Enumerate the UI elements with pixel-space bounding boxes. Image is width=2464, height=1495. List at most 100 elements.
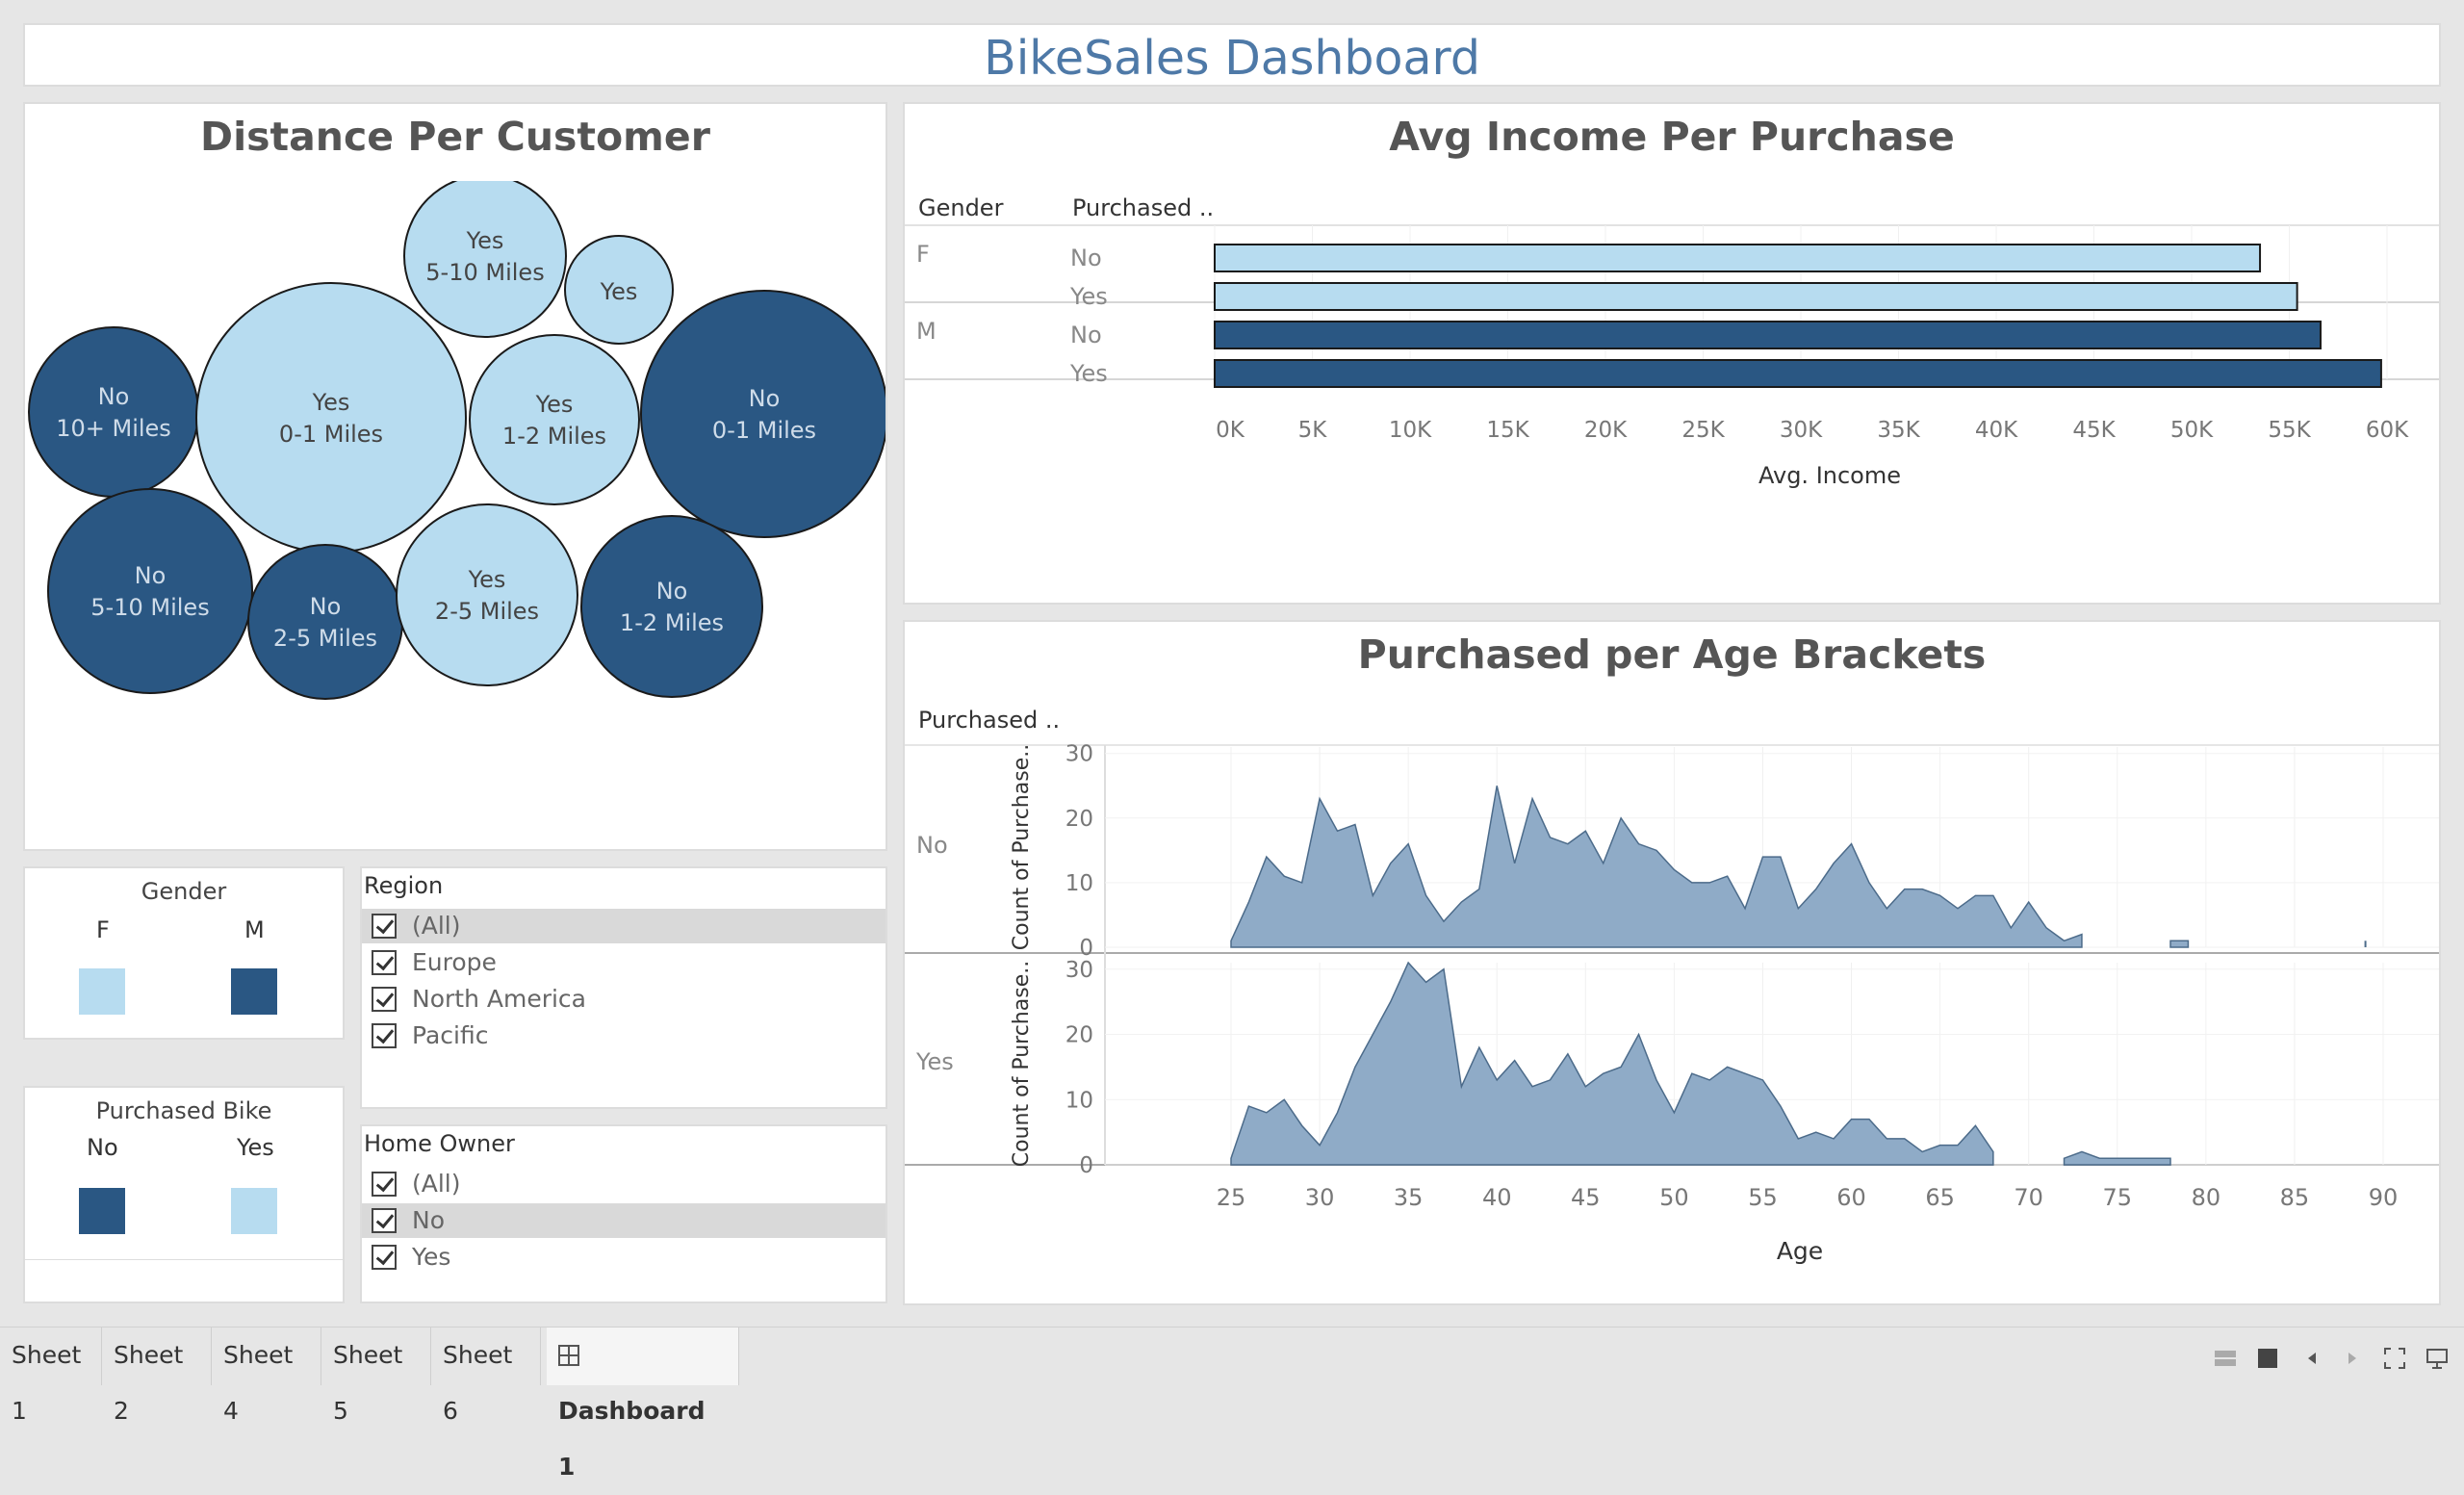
- age-x-tick-label: 75: [2102, 1184, 2132, 1211]
- checkbox-checked-icon[interactable]: [372, 950, 397, 975]
- tab-sheet-6[interactable]: Sheet 6: [431, 1327, 541, 1425]
- gender-legend-title: Gender: [141, 878, 227, 905]
- gender-column-header: Gender: [918, 194, 1004, 221]
- age-row-label-no: No: [916, 832, 948, 859]
- income-bar: [1214, 321, 2322, 349]
- age-x-tick-label: 40: [1482, 1184, 1512, 1211]
- checkbox-checked-icon[interactable]: [372, 1245, 397, 1270]
- bubble-label: No: [749, 385, 781, 412]
- presentation-mode-icon[interactable]: [2426, 1347, 2449, 1370]
- avg-income-panel: Avg Income Per Purchase Gender Purchased…: [903, 102, 2441, 605]
- income-tick-label: 25K: [1681, 418, 1725, 443]
- purchased-legend-yes-label: Yes: [237, 1134, 274, 1161]
- show-sheets-grid-icon[interactable]: [2214, 1347, 2237, 1370]
- region-option-pacific[interactable]: Pacific: [362, 1018, 886, 1053]
- bubble-label: Yes: [600, 278, 638, 305]
- income-x-axis-title: Avg. Income: [1758, 462, 1901, 489]
- home-owner-option-yes[interactable]: Yes: [362, 1240, 886, 1275]
- income-tick-label: 60K: [2366, 418, 2409, 443]
- gender-f-swatch[interactable]: [79, 968, 125, 1015]
- tab-sheet-5[interactable]: Sheet 5: [321, 1327, 431, 1425]
- income-tick-label: 20K: [1584, 418, 1628, 443]
- age-area-no: [2169, 940, 2190, 948]
- region-option-north-america[interactable]: North America: [362, 982, 886, 1017]
- home-owner-option-no[interactable]: No: [362, 1203, 886, 1238]
- income-tick-label: 50K: [2170, 418, 2214, 443]
- gender-legend-f-label: F: [96, 916, 110, 943]
- bubble-chart: Yes 5-10 Miles Yes No 10+ Miles Yes 0-1 Miles Y…: [28, 181, 886, 700]
- checkbox-checked-icon[interactable]: [372, 1172, 397, 1197]
- home-owner-filter-title: Home Owner: [364, 1130, 515, 1157]
- bubble-sublabel: 0-1 Miles: [279, 421, 383, 448]
- bubble-label: Yes: [468, 566, 506, 593]
- tab-dashboard-1-label: Dashboard 1: [558, 1397, 706, 1481]
- income-row-purchased-label: Yes: [1069, 283, 1108, 310]
- age-area-no: [1230, 786, 2083, 948]
- tab-sheet-1[interactable]: Sheet 1: [0, 1327, 102, 1425]
- purchased-yes-swatch[interactable]: [231, 1188, 277, 1234]
- bubble-9: [396, 503, 578, 686]
- age-y-tick-label: 30: [1065, 742, 1093, 767]
- age-y-tick-label: 0: [1079, 1153, 1093, 1178]
- show-filmstrip-icon[interactable]: [2256, 1347, 2279, 1370]
- income-bar: [1214, 282, 2298, 311]
- income-tick-label: 45K: [2072, 418, 2116, 443]
- income-bar: [1214, 359, 2382, 388]
- income-tick-label: 10K: [1389, 418, 1432, 443]
- income-tick-label: 40K: [1975, 418, 2018, 443]
- distance-title: Distance Per Customer: [200, 114, 710, 160]
- next-sheet-icon[interactable]: [2341, 1347, 2364, 1370]
- income-tick-label: 0K: [1216, 418, 1245, 443]
- bubble-label: No: [310, 593, 342, 620]
- income-row-purchased-label: No: [1070, 322, 1102, 348]
- age-area-yes: [1230, 961, 1994, 1166]
- checkbox-checked-icon[interactable]: [372, 1023, 397, 1048]
- bubble-8: [247, 544, 403, 700]
- bubble-10: [580, 515, 763, 698]
- region-option-all[interactable]: (All): [362, 909, 886, 943]
- age-y-tick-label: 20: [1065, 1023, 1093, 1048]
- checkbox-checked-icon[interactable]: [372, 914, 397, 939]
- checkbox-checked-icon[interactable]: [372, 1208, 397, 1233]
- bubble-7: [47, 488, 253, 694]
- fit-width-icon[interactable]: [2383, 1347, 2406, 1370]
- sheet-tab-bar: Sheet 1 Sheet 2 Sheet 4 Sheet 5 Sheet 6 …: [0, 1327, 2464, 1481]
- region-option-europe[interactable]: Europe: [362, 945, 886, 980]
- age-y-axis-title: Count of Purchase..: [1010, 744, 1034, 950]
- tab-dashboard-1[interactable]: Dashboard 1: [547, 1327, 739, 1481]
- bubble-3: [28, 326, 199, 498]
- bubble-sublabel: 2-5 Miles: [435, 598, 539, 625]
- previous-sheet-icon[interactable]: [2300, 1347, 2323, 1370]
- bubble-sublabel: 5-10 Miles: [425, 259, 544, 286]
- bubble-label: No: [135, 562, 167, 589]
- purchased-no-swatch[interactable]: [79, 1188, 125, 1234]
- age-x-tick-label: 50: [1659, 1184, 1689, 1211]
- home-owner-option-all[interactable]: (All): [362, 1167, 886, 1201]
- age-brackets-panel: Purchased per Age Brackets Purchased .. …: [903, 620, 2441, 1305]
- income-row-gender-label: F: [916, 241, 930, 268]
- age-x-tick-label: 55: [1748, 1184, 1778, 1211]
- dashboard-grid-icon: [558, 1345, 579, 1366]
- gender-legend-m-label: M: [244, 916, 265, 943]
- bubble-label: Yes: [466, 227, 504, 254]
- bubble-label: No: [98, 383, 130, 410]
- bubble-sublabel: 10+ Miles: [56, 415, 171, 442]
- bubble-sublabel: 2-5 Miles: [273, 625, 377, 652]
- bubble-5: [469, 334, 640, 505]
- income-title: Avg Income Per Purchase: [1389, 114, 1955, 160]
- tab-sheet-4[interactable]: Sheet 4: [212, 1327, 321, 1425]
- bubble-4: [195, 282, 467, 554]
- age-y-tick-label: 10: [1065, 871, 1093, 896]
- age-purchased-header: Purchased ..: [918, 707, 1061, 734]
- gender-m-swatch[interactable]: [231, 968, 277, 1015]
- dashboard-title-bar: BikeSales Dashboard: [23, 23, 2441, 87]
- checkbox-checked-icon[interactable]: [372, 987, 397, 1012]
- age-area-chart: 3020100Count of Purchase..No3020100Count…: [905, 742, 2439, 1265]
- age-x-tick-label: 70: [2014, 1184, 2043, 1211]
- tab-sheet-2[interactable]: Sheet 2: [102, 1327, 212, 1425]
- age-x-tick-label: 25: [1217, 1184, 1246, 1211]
- dashboard-title: BikeSales Dashboard: [984, 31, 1480, 86]
- age-y-tick-label: 10: [1065, 1088, 1093, 1113]
- bubble-sublabel: 5-10 Miles: [90, 594, 209, 621]
- age-x-tick-label: 80: [2192, 1184, 2221, 1211]
